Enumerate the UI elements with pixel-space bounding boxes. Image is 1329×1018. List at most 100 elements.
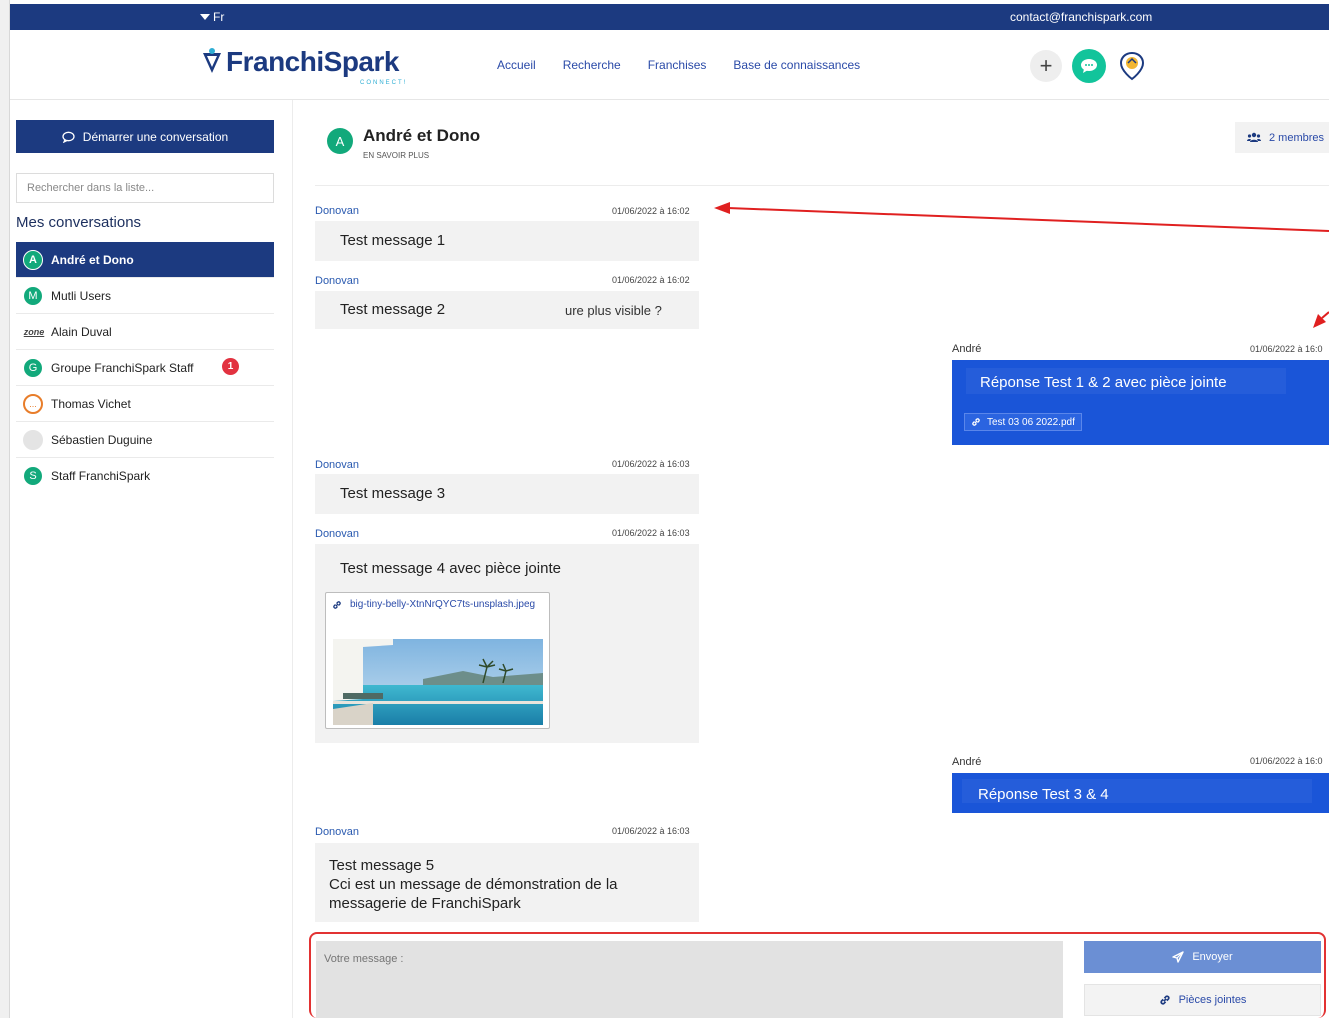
message-line: Test message 5: [329, 857, 435, 874]
paper-plane-icon: [1172, 951, 1185, 963]
chat-header: A André et Dono EN SAVOIR PLUS 2 membres: [315, 120, 1329, 186]
message-text: Test message 3: [340, 485, 446, 502]
avatar: [23, 429, 43, 450]
send-label: Envoyer: [1192, 951, 1233, 963]
conversations-heading: Mes conversations: [16, 214, 142, 231]
chat-bubble-icon[interactable]: [1072, 49, 1106, 83]
conversation-item[interactable]: S Staff FranchiSpark: [16, 458, 274, 494]
contact-email[interactable]: contact@franchispark.com: [1010, 10, 1152, 24]
message-sender: Donovan: [315, 205, 360, 217]
logo-text-1: Franchi: [226, 46, 324, 77]
location-pin-icon[interactable]: [1116, 50, 1148, 82]
annotation-arrow-line: [1321, 311, 1329, 319]
message-sender: André: [952, 756, 982, 768]
chat-avatar: A: [327, 128, 353, 154]
message-text: Test message 4 avec pièce jointe: [340, 560, 561, 577]
window-edge: [0, 0, 10, 1018]
incoming-message: Test message 1: [315, 221, 699, 261]
conversation-item[interactable]: A André et Dono: [16, 242, 274, 278]
incoming-message: Test message 4 avec pièce jointe big-tin…: [315, 544, 699, 743]
conversation-sidebar: Démarrer une conversation Mes conversati…: [10, 100, 293, 1018]
attachment-chip[interactable]: Test 03 06 2022.pdf: [964, 413, 1082, 431]
conversation-label: André et Dono: [51, 252, 134, 267]
attachment-filename[interactable]: big-tiny-belly-XtnNrQYC7ts-unsplash.jpeg: [332, 599, 535, 610]
message-text: Réponse Test 1 & 2 avec pièce jointe: [980, 374, 1227, 391]
message-time: 01/06/2022 à 16:03: [612, 459, 690, 469]
caret-down-icon: [200, 14, 210, 20]
message-sender: Donovan: [315, 528, 360, 540]
nav-base-connaissances[interactable]: Base de connaissances: [733, 58, 860, 72]
speech-bubble-icon: [62, 131, 75, 143]
conversation-item[interactable]: M Mutli Users: [16, 278, 274, 314]
outgoing-message: Réponse Test 3 & 4: [952, 773, 1329, 813]
outgoing-message: Réponse Test 1 & 2 avec pièce jointe Tes…: [952, 360, 1329, 445]
conversation-item[interactable]: ... Thomas Vichet: [16, 386, 274, 422]
overlay-text-fragment: ure plus visible ?: [565, 303, 662, 318]
attachment-name: Test 03 06 2022.pdf: [987, 416, 1075, 428]
conversation-label: Sébastien Duguine: [51, 432, 153, 447]
nav-accueil[interactable]: Accueil: [497, 58, 536, 72]
avatar: M: [23, 285, 43, 306]
plus-icon[interactable]: +: [1030, 50, 1062, 82]
avatar: ...: [23, 393, 43, 414]
incoming-message: Test message 3: [315, 474, 699, 514]
attachment-name: big-tiny-belly-XtnNrQYC7ts-unsplash.jpeg: [350, 599, 536, 610]
message-text: Réponse Test 3 & 4: [978, 786, 1109, 803]
conversation-item[interactable]: G Groupe FranchiSpark Staff 1: [16, 350, 274, 386]
header-actions: +: [1030, 49, 1148, 83]
language-selector[interactable]: Fr: [200, 10, 224, 24]
annotation-arrowhead: [714, 202, 730, 214]
site-header: Franchi Spark CONNECT! Accueil Recherche …: [10, 30, 1329, 100]
unread-badge: 1: [222, 358, 239, 375]
message-time: 01/06/2022 à 16:02: [612, 206, 690, 216]
attachments-button[interactable]: Pièces jointes: [1084, 984, 1321, 1016]
franchispark-logo[interactable]: Franchi Spark CONNECT!: [200, 46, 405, 86]
message-text: Test message 5 Cci est un message de dém…: [329, 856, 618, 913]
chat-title: André et Dono: [363, 126, 481, 145]
annotation-arrow-line: [727, 207, 1329, 232]
start-conversation-button[interactable]: Démarrer une conversation: [16, 120, 274, 153]
message-time: 01/06/2022 à 16:0: [1250, 344, 1323, 354]
incoming-message: Test message 2 ure plus visible ?: [315, 291, 699, 329]
message-sender: Donovan: [315, 826, 360, 838]
zone-logo-avatar: zone: [23, 326, 45, 337]
message-input[interactable]: [316, 941, 1063, 1018]
conversation-list: A André et Dono M Mutli Users zone Alain…: [16, 242, 274, 494]
incoming-message: Test message 5 Cci est un message de dém…: [315, 843, 699, 922]
avatar: G: [23, 357, 43, 378]
start-conversation-label: Démarrer une conversation: [82, 129, 229, 144]
message-text: Test message 1: [340, 232, 446, 249]
message-sender: Donovan: [315, 275, 360, 287]
conversation-item[interactable]: Sébastien Duguine: [16, 422, 274, 458]
language-label: Fr: [213, 10, 225, 24]
nav-franchises[interactable]: Franchises: [648, 58, 707, 72]
message-time: 01/06/2022 à 16:0: [1250, 756, 1323, 766]
learn-more-link[interactable]: EN SAVOIR PLUS: [363, 151, 429, 160]
image-attachment[interactable]: big-tiny-belly-XtnNrQYC7ts-unsplash.jpeg: [325, 592, 550, 729]
conversation-label: Mutli Users: [51, 288, 112, 303]
users-icon: [1247, 132, 1261, 142]
top-bar: Fr contact@franchispark.com: [10, 4, 1329, 30]
conversation-item[interactable]: zone Alain Duval: [16, 314, 274, 350]
link-icon: [333, 600, 341, 609]
attachments-label: Pièces jointes: [1178, 994, 1247, 1006]
members-button[interactable]: 2 membres: [1235, 122, 1329, 153]
link-icon: [972, 418, 980, 426]
main-nav: Accueil Recherche Franchises Base de con…: [497, 58, 860, 72]
link-icon: [1159, 995, 1170, 1005]
send-button[interactable]: Envoyer: [1084, 941, 1321, 973]
conversation-label: Staff FranchiSpark: [51, 469, 151, 483]
logo-text-2: Spark: [323, 46, 400, 77]
conversation-label: Alain Duval: [51, 324, 112, 339]
message-line: messagerie de FranchiSpark: [329, 895, 521, 912]
message-line: Cci est un message de démonstration de l…: [329, 876, 618, 893]
avatar: S: [23, 466, 43, 486]
logo-mark-icon: [203, 48, 221, 73]
nav-recherche[interactable]: Recherche: [563, 58, 621, 72]
conversation-label: Groupe FranchiSpark Staff: [51, 360, 194, 375]
attachment-thumbnail[interactable]: [333, 639, 543, 725]
conversation-search-input[interactable]: [16, 173, 274, 203]
message-text: Test message 2: [340, 301, 446, 318]
logo-subtitle: CONNECT!: [360, 80, 408, 86]
message-time: 01/06/2022 à 16:02: [612, 275, 690, 285]
